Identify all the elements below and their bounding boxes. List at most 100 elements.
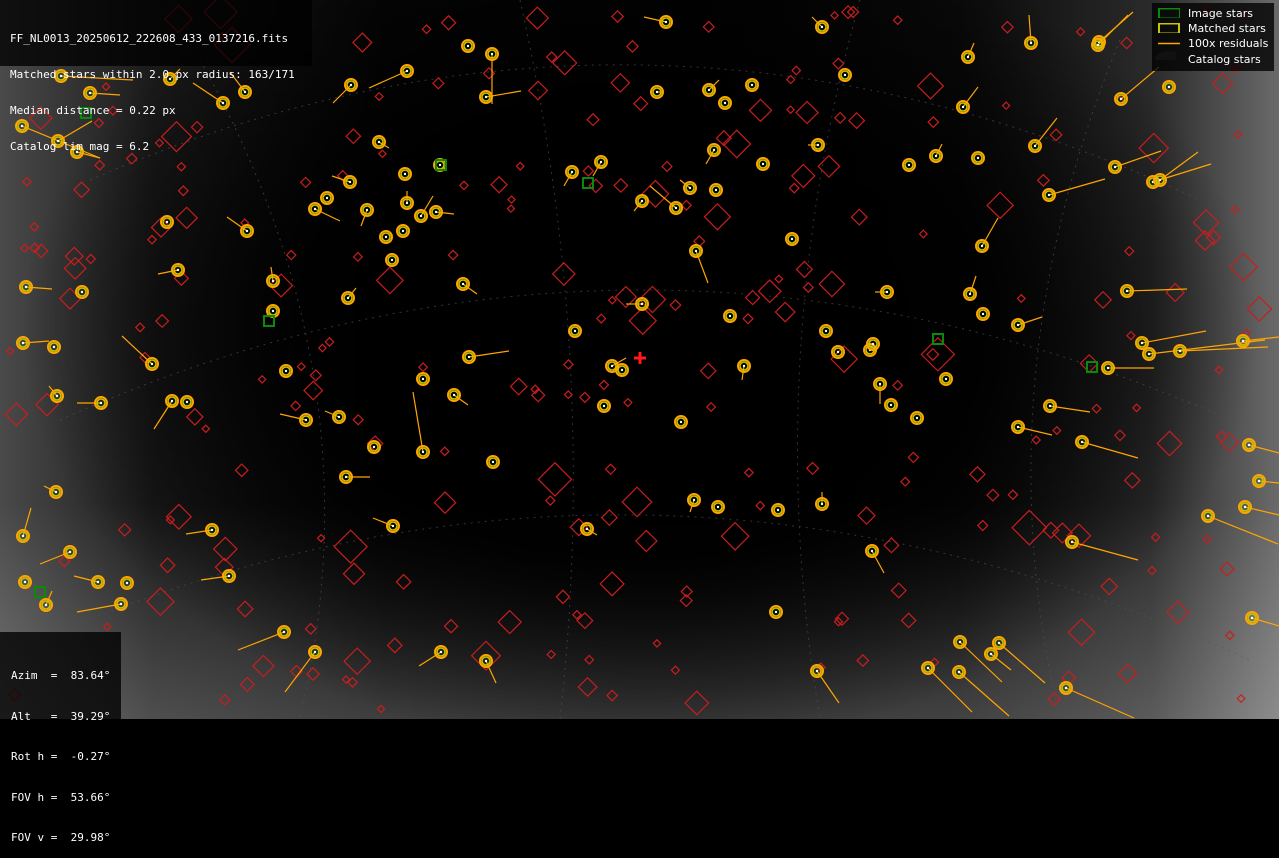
catalog-star-marker <box>304 622 317 636</box>
star-point <box>968 292 972 296</box>
star-point <box>573 329 577 333</box>
catalog-star-marker <box>443 618 459 634</box>
catalog-star-marker <box>374 91 384 102</box>
star-point <box>1070 540 1074 544</box>
catalog-star-marker <box>447 249 459 261</box>
catalog-star-marker <box>20 243 30 253</box>
catalog-star-marker <box>785 74 796 85</box>
star-point <box>1016 425 1020 429</box>
catalog-lim-mag-line: Catalog lim mag = 6.2 <box>10 140 150 153</box>
residual-line <box>958 671 1010 717</box>
catalog-star-marker <box>352 251 364 263</box>
catalog-star-marker <box>1007 489 1019 501</box>
catalog-star-marker <box>35 392 60 417</box>
star-point <box>210 528 214 532</box>
catalog-star-marker <box>1091 403 1102 414</box>
catalog-star-marker <box>490 175 508 194</box>
star-point <box>185 400 189 404</box>
star-point <box>80 290 84 294</box>
catalog-star-marker <box>439 446 450 457</box>
star-point <box>907 163 911 167</box>
star-point <box>980 244 984 248</box>
catalog-star-marker <box>926 347 940 362</box>
catalog-star-marker <box>1120 36 1134 50</box>
star-point <box>23 580 27 584</box>
star-point <box>889 403 893 407</box>
catalog-star-marker <box>1214 365 1224 375</box>
legend-item-residuals: 100x residuals <box>1152 36 1274 51</box>
catalog-star-marker <box>21 176 32 187</box>
catalog-star-marker <box>684 690 710 716</box>
catalog-star-marker <box>774 274 784 284</box>
star-point <box>1167 85 1171 89</box>
star-point <box>349 83 353 87</box>
catalog-star-marker <box>345 128 362 145</box>
catalog-star-marker <box>892 15 903 26</box>
star-point <box>99 401 103 405</box>
star-point <box>957 670 961 674</box>
catalog-star-marker <box>588 178 604 194</box>
star-point <box>434 210 438 214</box>
catalog-star-marker <box>1000 20 1014 34</box>
residual-line <box>39 551 71 565</box>
star-point <box>981 312 985 316</box>
star-point <box>125 581 129 585</box>
star-point <box>674 206 678 210</box>
catalog-star-marker <box>857 506 876 526</box>
star-point <box>44 603 48 607</box>
star-point <box>150 362 154 366</box>
catalog-star-marker <box>551 50 578 76</box>
residual-line <box>998 642 1046 684</box>
catalog-star-marker <box>544 495 556 506</box>
catalog-star-marker <box>1165 282 1185 303</box>
catalog-star-marker <box>586 112 600 127</box>
catalog-star-marker <box>5 346 15 356</box>
residual-line <box>412 391 424 453</box>
star-point <box>707 88 711 92</box>
catalog-star-marker <box>900 476 911 487</box>
star-point <box>824 329 828 333</box>
catalog-star-marker <box>628 306 658 336</box>
star-point <box>165 220 169 224</box>
star-point <box>271 279 275 283</box>
star-point <box>245 229 249 233</box>
catalog-star-marker <box>795 100 819 125</box>
file-info-panel: FF_NL0013_20250612_222608_433_0137216.fi… <box>0 0 312 153</box>
catalog-star-marker <box>623 397 633 408</box>
catalog-star-marker <box>1052 425 1062 436</box>
residual-line <box>1141 330 1207 344</box>
catalog-star-marker <box>830 10 840 20</box>
catalog-star-marker <box>705 401 717 413</box>
star-point <box>776 508 780 512</box>
star-point <box>1241 339 1245 343</box>
catalog-star-marker <box>1211 72 1234 95</box>
star-point <box>1080 440 1084 444</box>
residual-line <box>237 631 285 651</box>
catalog-star-marker <box>791 65 802 76</box>
catalog-star-marker <box>1031 435 1042 445</box>
residual-line <box>153 400 173 430</box>
star-point <box>1119 97 1123 101</box>
residual-line <box>1081 441 1139 459</box>
star-point <box>750 83 754 87</box>
star-point <box>1158 178 1162 182</box>
orange-line-icon <box>1158 42 1180 45</box>
catalog-star-marker <box>633 95 649 112</box>
star-point <box>1016 323 1020 327</box>
catalog-star-marker <box>324 336 335 347</box>
catalog-star-marker <box>1138 132 1170 164</box>
catalog-star-marker <box>352 32 373 53</box>
catalog-star-marker <box>1147 565 1157 576</box>
catalog-star-marker <box>1047 692 1062 706</box>
catalog-star-marker <box>802 281 814 294</box>
star-point <box>1178 349 1182 353</box>
star-point <box>403 172 407 176</box>
catalog-star-marker <box>73 181 91 199</box>
catalog-star-marker <box>833 111 847 125</box>
catalog-star-marker <box>506 204 516 214</box>
star-point <box>620 368 624 372</box>
star-point <box>742 364 746 368</box>
file-name-line: FF_NL0013_20250612_222608_433_0137216.fi… <box>10 32 289 45</box>
star-point <box>870 549 874 553</box>
catalog-star-marker <box>146 234 158 245</box>
